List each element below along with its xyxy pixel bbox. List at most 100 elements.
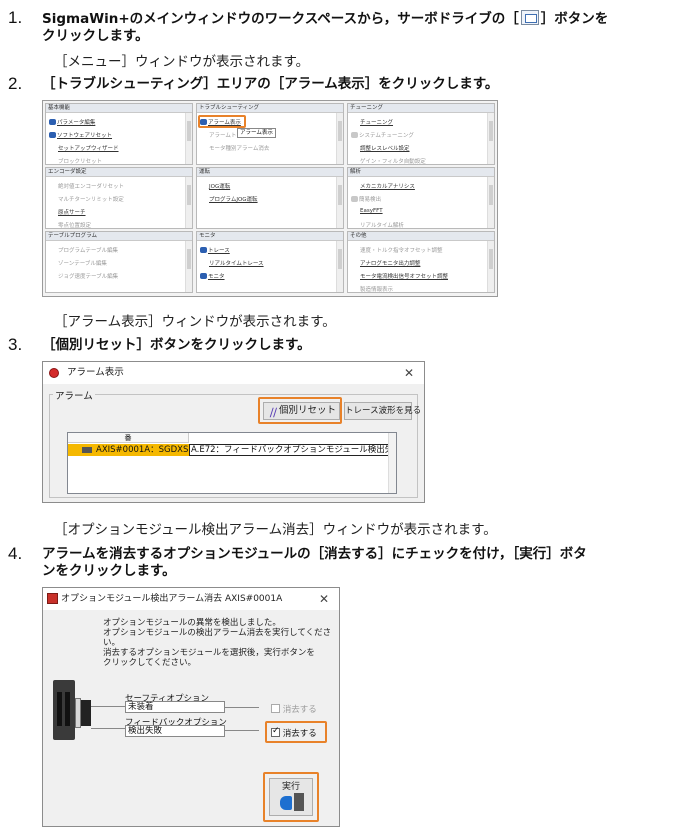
menu-item: プログラムテーブル編集: [58, 246, 118, 254]
checkbox-icon: [271, 704, 280, 713]
menu-panel-title: チューニング: [348, 104, 494, 113]
step-3-note: ［オプションモジュール検出アラーム消去］ウィンドウが表示されます。: [54, 522, 497, 538]
menu-item: ブロックリセット: [58, 157, 103, 165]
close-icon[interactable]: ✕: [319, 588, 329, 610]
alarm-window-title: アラーム表示: [67, 367, 124, 378]
option-window-title: オプションモジュール検出アラーム消去 AXIS#0001A: [61, 594, 283, 604]
menu-item-icon: [200, 247, 207, 253]
menu-item-icon: [49, 119, 56, 125]
menu-item[interactable]: リアルタイムトレース: [209, 259, 264, 267]
menu-item-label: ソフトウェアリセット: [57, 133, 113, 139]
menu-item-label: モータ種別アラーム消去: [209, 146, 270, 152]
menu-item-label: リアルタイム解析: [360, 223, 404, 229]
menu-panel: 基本機能パラメータ編集ソフトウェアリセット セットアップウィザード ブロックリセット: [45, 103, 193, 165]
menu-item[interactable]: JOG運転: [209, 182, 230, 190]
app-icon: [47, 593, 58, 604]
panel-scrollbar[interactable]: [185, 241, 192, 292]
reset-button-highlight: [258, 397, 342, 424]
panel-scrollbar[interactable]: [185, 113, 192, 164]
trace-waveform-button[interactable]: トレース波形を見る: [344, 402, 421, 420]
panel-scrollbar[interactable]: [487, 177, 494, 228]
panel-scrollbar[interactable]: [487, 113, 494, 164]
menu-item[interactable]: メカニカルアナリシス: [360, 182, 415, 190]
alarm-display-highlight: [198, 115, 246, 128]
panel-scrollbar[interactable]: [185, 177, 192, 228]
step-1-note: ［メニュー］ウィンドウが表示されます。: [54, 54, 310, 70]
alarm-row[interactable]: AXIS#0001A：SGDXS-R0 A.E72：フィードバックオプションモジ…: [68, 444, 396, 456]
menu-item: 零点位置設定: [58, 221, 91, 228]
message-line: オプションモジュールの異常を検出しました。: [103, 618, 281, 628]
alarm-group-label: アラーム: [53, 388, 95, 402]
menu-item-label: 調整レスレベル設定: [360, 146, 410, 152]
close-icon[interactable]: ✕: [404, 362, 414, 384]
menu-item-label: ゲイン・フィルタ自動設定: [360, 159, 426, 165]
menu-item-label: セットアップウィザード: [58, 146, 119, 152]
step-1-number: 1.: [8, 8, 23, 27]
menu-item-label: ブロックリセット: [58, 159, 103, 165]
menu-window-screenshot: 基本機能パラメータ編集ソフトウェアリセット セットアップウィザード ブロックリセット…: [42, 100, 498, 297]
step-1-text-after: ］ボタンを: [540, 11, 609, 27]
step-1-instruction: SigmaWin+のメインウィンドウのワークスペースから，サーボドライブの［ ］ボ…: [42, 10, 672, 45]
menu-item[interactable]: 原点サーチ: [58, 208, 86, 216]
column-header: 番: [68, 433, 189, 443]
step-2-instruction: ［トラブルシューティング］エリアの［アラーム表示］をクリックします。: [42, 76, 499, 92]
message-line: 消去するオプションモジュールを選択後，実行ボタンを: [103, 648, 315, 658]
menu-panel: チューニング チューニング システムチューニング 調整レスレベル設定 ゲイン・フィルタ自…: [347, 103, 495, 165]
menu-panel: 解析 メカニカルアナリシス 簡易検出 EasyFFT リアルタイム解析: [347, 167, 495, 229]
safety-option-value: 未装着: [125, 701, 225, 713]
menu-item[interactable]: モータ電流検出信号オフセット調整: [360, 272, 448, 280]
menu-item[interactable]: アナログモニタ出力調整: [360, 259, 420, 267]
menu-item-label: モニタ: [208, 274, 225, 280]
menu-item: ゲイン・フィルタ自動設定: [360, 157, 426, 165]
alarm-app-icon: [49, 368, 59, 378]
step-4-instruction: アラームを消去するオプションモジュールの［消去する］にチェックを付け，［実行］ボ…: [42, 546, 672, 580]
menu-item[interactable]: チューニング: [360, 118, 393, 126]
step-4-text-line1: アラームを消去するオプションモジュールの［消去する］にチェックを付け，［実行］ボ…: [42, 546, 587, 562]
menu-panel: エンコーダ設定 絶対値エンコーダリセット マルチターンリミット設定 原点サーチ 零点位置…: [45, 167, 193, 229]
menu-item: リアルタイム解析: [360, 221, 404, 229]
menu-item-label: ジョグ速度テーブル編集: [58, 274, 119, 280]
menu-panel-title: 基本機能: [46, 104, 192, 113]
panel-scrollbar[interactable]: [336, 177, 343, 228]
menu-item-label: 原点サーチ: [58, 210, 86, 216]
menu-item-icon: [351, 196, 358, 202]
step-1-text-line2: クリックします。: [42, 28, 149, 44]
menu-panel-title: その他: [348, 232, 494, 241]
safety-clear-checkbox: 消去する: [271, 703, 317, 715]
menu-item: ジョグ速度テーブル編集: [58, 272, 118, 280]
row-alarm-text: A.E72：フィードバックオプションモジュール検出失敗アラ: [189, 444, 396, 456]
menu-item: ゾーンテーブル編集: [58, 259, 107, 267]
menu-item[interactable]: ソフトウェアリセット: [49, 131, 112, 139]
step-4-text-line2: ンをクリックします。: [42, 563, 176, 579]
menu-item[interactable]: 調整レスレベル設定: [360, 144, 410, 152]
menu-item-label: EasyFFT: [360, 208, 383, 214]
menu-item-label: 速度・トルク指令オフセット調整: [360, 248, 443, 254]
menu-item-label: 製造情報表示: [360, 287, 394, 293]
menu-panel: テーブルプログラムプログラムテーブル編集 ゾーンテーブル編集ジョグ速度テーブル編集: [45, 231, 193, 293]
menu-item: 簡易検出: [351, 195, 381, 203]
grid-scrollbar[interactable]: [388, 433, 396, 493]
menu-panel-title: テーブルプログラム: [46, 232, 192, 241]
menu-item-label: メカニカルアナリシス: [360, 184, 415, 190]
menu-panel: その他速度・トルク指令オフセット調整 アナログモニタ出力調整モータ電流検出信号オフ…: [347, 231, 495, 293]
panel-scrollbar[interactable]: [487, 241, 494, 292]
step-3-number: 3.: [8, 335, 23, 354]
menu-item[interactable]: プログラムJOG運転: [209, 195, 258, 203]
tooltip: アラーム表示: [237, 128, 276, 138]
menu-item[interactable]: EasyFFT: [360, 208, 383, 214]
menu-item[interactable]: トレース: [200, 246, 230, 254]
panel-scrollbar[interactable]: [336, 241, 343, 292]
message-line: クリックしてください。: [103, 658, 196, 668]
menu-item[interactable]: パラメータ編集: [49, 118, 95, 126]
menu-item: マルチターンリミット設定: [58, 195, 124, 203]
menu-item[interactable]: モニタ: [200, 272, 225, 280]
execute-button-highlight: [263, 772, 319, 822]
menu-item-label: リアルタイムトレース: [209, 261, 264, 267]
panel-scrollbar[interactable]: [336, 113, 343, 164]
menu-item[interactable]: セットアップウィザード: [58, 144, 119, 152]
menu-panel-title: エンコーダ設定: [46, 168, 192, 177]
menu-item-label: JOG運転: [209, 184, 231, 190]
menu-panel-title: モニタ: [197, 232, 343, 241]
row-axis-name: AXIS#0001A：SGDXS-R0: [96, 445, 188, 455]
menu-panel-title: 運転: [197, 168, 343, 177]
